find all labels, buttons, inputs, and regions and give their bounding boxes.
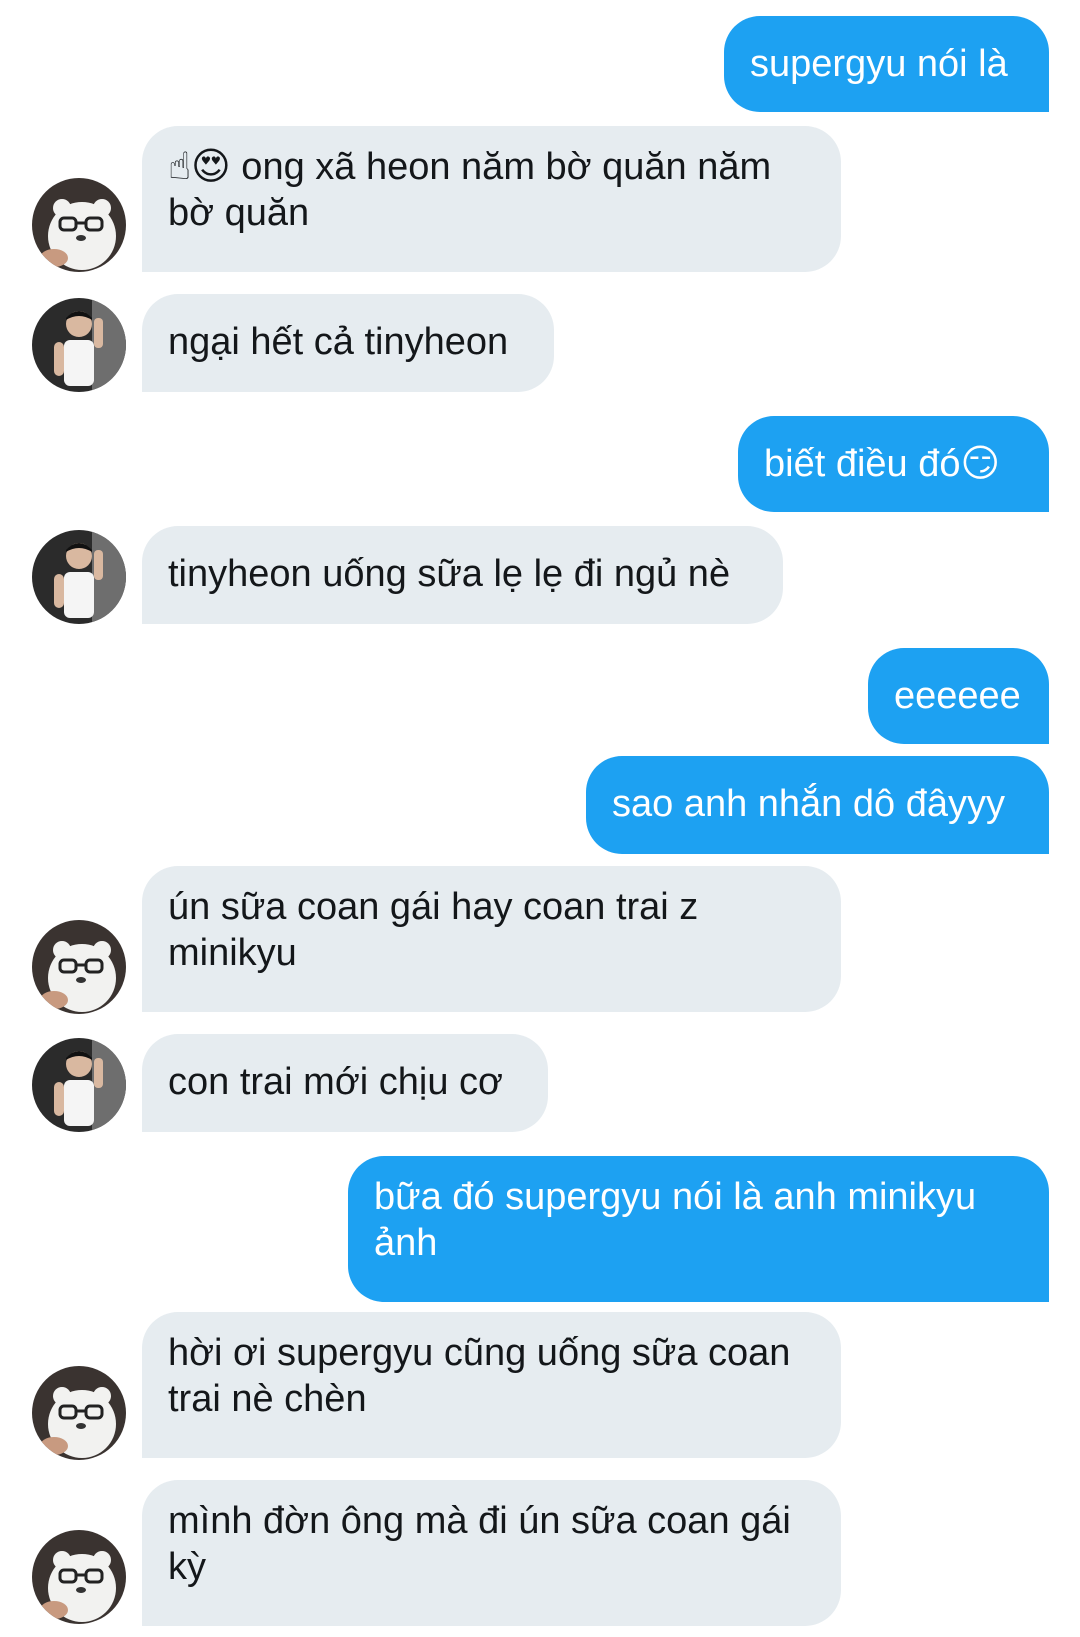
message-text: sao anh nhắn dô đâyyy	[612, 783, 1005, 825]
incoming-message[interactable]: con trai mới chịu cơ	[142, 1034, 548, 1132]
bear-avatar-image	[32, 1530, 126, 1624]
message-text: eeeeee	[894, 675, 1021, 717]
incoming-message[interactable]: mình đờn ông mà đi ún sữa coan gái kỳ	[142, 1480, 841, 1626]
message-text: mình đờn ông mà đi ún sữa coan gái kỳ	[168, 1500, 791, 1588]
incoming-message[interactable]: ngại hết cả tinyheon	[142, 294, 554, 392]
message-text: ☝😍 ong xã heon năm bờ quăn năm bờ quăn	[168, 146, 772, 234]
outgoing-message[interactable]: biết điều đó😏	[738, 416, 1049, 512]
man-avatar[interactable]	[32, 298, 126, 392]
message-text: ngại hết cả tinyheon	[168, 321, 509, 363]
man-avatar[interactable]	[32, 1038, 126, 1132]
man-avatar[interactable]	[32, 530, 126, 624]
incoming-message[interactable]: ún sữa coan gái hay coan trai z minikyu	[142, 866, 841, 1012]
chat-thread: supergyu nói là ☝😍 ong xã heon năm bờ qu…	[0, 0, 1080, 1637]
bear-avatar[interactable]	[32, 920, 126, 1014]
bear-avatar[interactable]	[32, 178, 126, 272]
outgoing-message[interactable]: bữa đó supergyu nói là anh minikyu ảnh	[348, 1156, 1049, 1302]
message-text: hời ơi supergyu cũng uống sữa coan trai …	[168, 1332, 791, 1420]
incoming-message[interactable]: hời ơi supergyu cũng uống sữa coan trai …	[142, 1312, 841, 1458]
bear-avatar[interactable]	[32, 1366, 126, 1460]
man-avatar-image	[32, 298, 126, 392]
outgoing-message[interactable]: eeeeee	[868, 648, 1049, 744]
incoming-message[interactable]: tinyheon uống sữa lẹ lẹ đi ngủ nè	[142, 526, 783, 624]
message-text: ún sữa coan gái hay coan trai z minikyu	[168, 886, 699, 974]
outgoing-message[interactable]: sao anh nhắn dô đâyyy	[586, 756, 1049, 854]
bear-avatar[interactable]	[32, 1530, 126, 1624]
man-avatar-image	[32, 1038, 126, 1132]
incoming-message[interactable]: ☝😍 ong xã heon năm bờ quăn năm bờ quăn	[142, 126, 841, 272]
bear-avatar-image	[32, 1366, 126, 1460]
message-text: tinyheon uống sữa lẹ lẹ đi ngủ nè	[168, 553, 731, 595]
bear-avatar-image	[32, 920, 126, 1014]
message-text: con trai mới chịu cơ	[168, 1061, 503, 1103]
bear-avatar-image	[32, 178, 126, 272]
message-text: biết điều đó😏	[764, 443, 1001, 485]
man-avatar-image	[32, 530, 126, 624]
message-text: bữa đó supergyu nói là anh minikyu ảnh	[374, 1176, 977, 1264]
message-text: supergyu nói là	[750, 43, 1008, 85]
outgoing-message[interactable]: supergyu nói là	[724, 16, 1049, 112]
